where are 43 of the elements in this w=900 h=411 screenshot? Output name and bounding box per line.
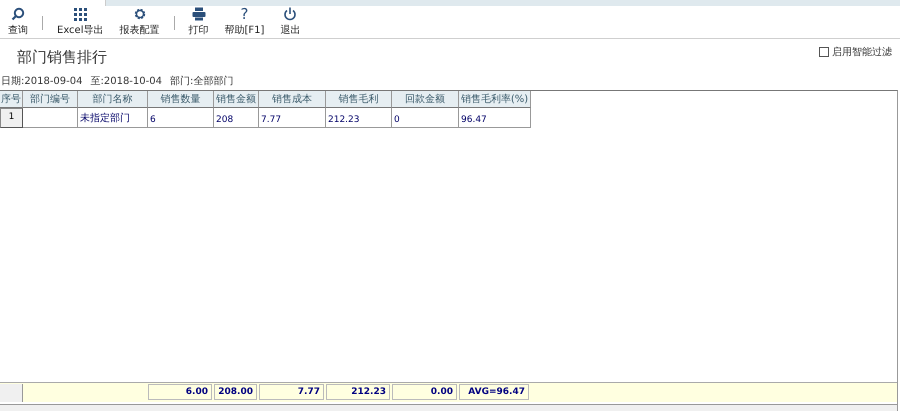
toolbar-button[interactable]: 打印 <box>184 6 212 38</box>
column-header[interactable]: 销售成本 <box>259 91 326 108</box>
toolbar-button[interactable]: 报表配置 <box>116 6 164 38</box>
table-cell: 0 <box>392 108 459 128</box>
table-cell <box>23 108 78 128</box>
filter-label[interactable]: 启用智能过滤 <box>832 45 892 59</box>
report-title: 部门销售排行 <box>17 48 107 67</box>
criteria-text: 至:2018-10-04 <box>90 75 162 88</box>
column-header[interactable]: 回款金额 <box>392 91 459 108</box>
column-header[interactable]: 销售金额 <box>214 91 259 108</box>
printer-icon <box>192 7 206 21</box>
total-cell: AVG=96.47 <box>459 384 529 400</box>
help-icon: ? <box>240 7 248 21</box>
column-header[interactable]: 部门名称 <box>78 91 148 108</box>
criteria-text: 日期:2018-09-04 <box>1 74 82 88</box>
filter-checkbox[interactable] <box>819 47 829 57</box>
column-header[interactable]: 销售数量 <box>148 91 214 108</box>
toolbar-button[interactable]: 查询 <box>4 6 32 38</box>
criteria-text: 部门:全部部门 <box>170 74 234 88</box>
table-cell: 96.47 <box>459 108 531 128</box>
total-cell: 212.23 <box>326 384 390 400</box>
search-icon <box>11 7 25 21</box>
total-cell: 7.77 <box>259 384 324 400</box>
table-cell: 208 <box>214 108 259 128</box>
toolbar-button[interactable]: Excel导出 <box>53 6 108 38</box>
gear-icon <box>132 7 146 21</box>
row-number: 1 <box>0 108 23 128</box>
row-header-cell <box>0 384 23 402</box>
table-cell: 212.23 <box>326 108 392 128</box>
column-header[interactable]: 序号 <box>0 91 23 108</box>
toolbar-button[interactable]: ? 帮助[F1] <box>220 6 268 38</box>
table-cell: 未指定部门 <box>78 108 148 128</box>
table-cell: 6 <box>148 108 214 128</box>
total-cell: 0.00 <box>392 384 457 400</box>
toolbar-button[interactable]: 退出 <box>276 6 304 38</box>
column-header[interactable]: 销售毛利率(%) <box>459 91 531 108</box>
column-header[interactable]: 销售毛利 <box>326 91 392 108</box>
grid-icon <box>74 8 87 20</box>
total-cell: 208.00 <box>214 384 257 400</box>
column-header[interactable]: 部门编号 <box>23 91 78 108</box>
total-cell: 6.00 <box>148 384 212 400</box>
table-cell: 7.77 <box>259 108 326 128</box>
power-icon <box>283 7 298 21</box>
